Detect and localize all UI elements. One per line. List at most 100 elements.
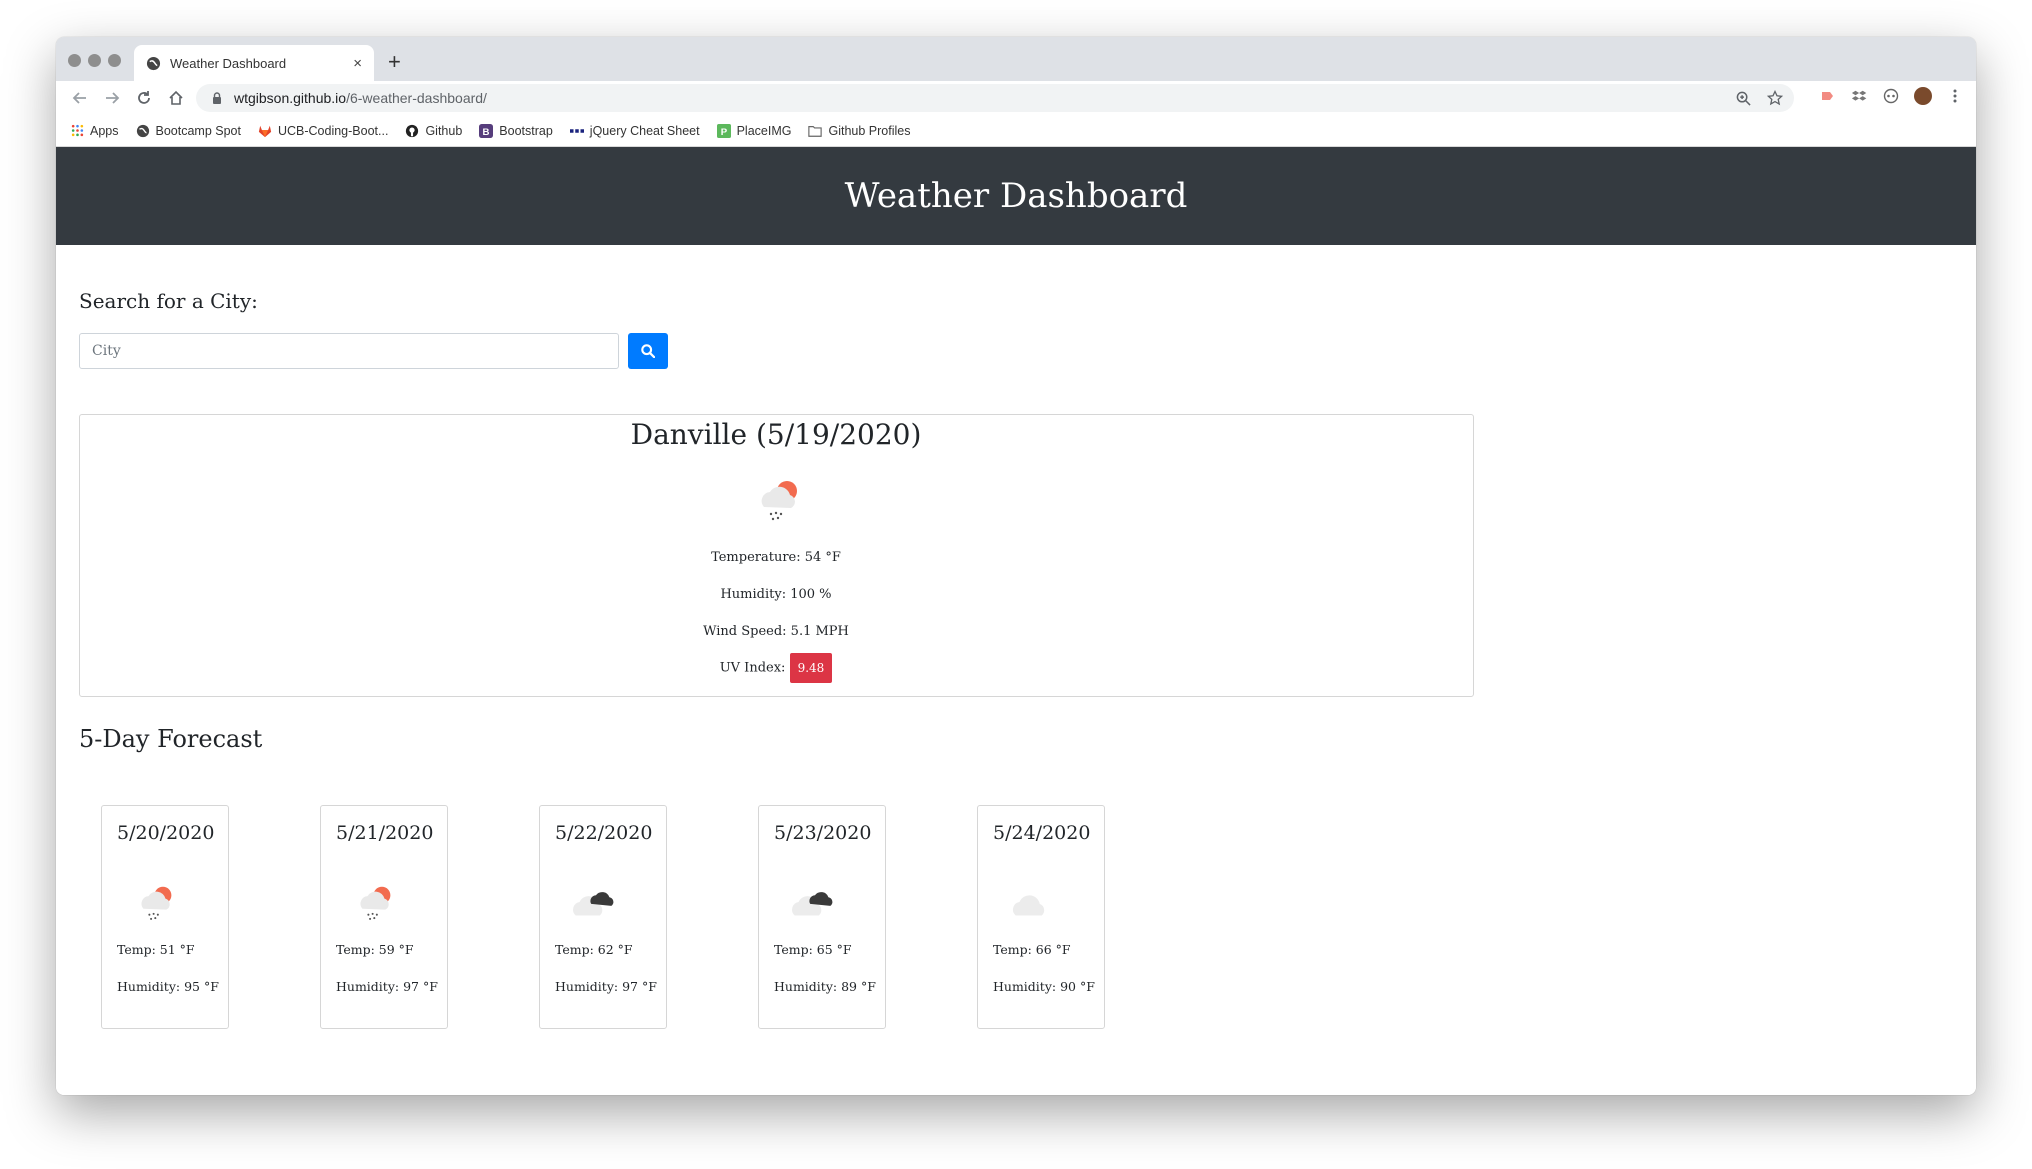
forward-button[interactable]: [96, 84, 128, 112]
home-icon: [169, 90, 183, 105]
apps-grid-icon: [70, 124, 84, 138]
forecast-date: 5/24/2020: [993, 822, 1091, 844]
forecast-humidity: Humidity: 97 °F: [336, 979, 438, 994]
current-temperature: Temperature: 54 °F: [711, 550, 841, 565]
home-button[interactable]: [160, 84, 192, 112]
back-button[interactable]: [64, 84, 96, 112]
forecast-card: 5/23/2020 Temp: 65 °F Humidity: 89 °F: [758, 805, 886, 1029]
uv-index-label: UV Index:: [719, 660, 786, 676]
forecast-temp: Temp: 65 °F: [774, 942, 852, 957]
address-bar[interactable]: wtgibson.github.io/6-weather-dashboard/: [196, 84, 1794, 112]
forecast-card: 5/22/2020 Temp: 62 °F Humidity: 97 °F: [539, 805, 667, 1029]
forecast-title: 5-Day Forecast: [79, 725, 263, 753]
minimize-window-button[interactable]: [88, 54, 101, 67]
broken-clouds-icon: [792, 892, 833, 916]
rain-sun-icon: [761, 481, 797, 521]
tab-strip: Weather Dashboard × +: [56, 37, 1976, 81]
github-icon: [405, 124, 419, 138]
dots-icon: [569, 124, 584, 138]
tab-title: Weather Dashboard: [170, 55, 287, 71]
bookmark-placeimg[interactable]: P PlaceIMG: [716, 123, 792, 138]
search-label: Search for a City:: [79, 289, 258, 313]
broken-clouds-icon: [573, 892, 614, 916]
new-tab-button[interactable]: +: [388, 49, 401, 75]
url-path: /6-weather-dashboard/: [346, 90, 487, 106]
incognito-extension-icon[interactable]: [1882, 87, 1900, 105]
forecast-card: 5/24/2020 Temp: 66 °F Humidity: 90 °F: [977, 805, 1105, 1029]
bookmark-label: Github: [425, 123, 463, 138]
current-humidity: Humidity: 100 %: [720, 587, 832, 602]
forecast-temp: Temp: 51 °F: [117, 942, 195, 957]
close-window-button[interactable]: [68, 54, 81, 67]
forecast-temp: Temp: 62 °F: [555, 942, 633, 957]
bookmark-label: jQuery Cheat Sheet: [589, 123, 700, 138]
bookmark-label: UCB-Coding-Boot...: [277, 123, 389, 138]
bookmark-label: Bootstrap: [499, 123, 553, 138]
current-city-date: Danville (5/19/2020): [630, 418, 922, 451]
forecast-humidity: Humidity: 95 °F: [117, 979, 219, 994]
rain-sun-icon: [141, 886, 172, 920]
gitlab-icon: [258, 124, 272, 138]
reload-button[interactable]: [128, 84, 160, 112]
bootstrap-icon: B: [479, 123, 494, 138]
forecast-humidity: Humidity: 90 °F: [993, 979, 1095, 994]
current-weather-card: Danville (5/19/2020) Temperature: 54 °F …: [79, 414, 1474, 697]
bookmark-label: PlaceIMG: [736, 123, 792, 138]
placeimg-icon: P: [716, 123, 731, 138]
bookmark-bootstrap[interactable]: B Bootstrap: [479, 123, 553, 138]
forecast-humidity: Humidity: 97 °F: [555, 979, 657, 994]
rain-sun-icon: [360, 886, 391, 920]
forecast-humidity: Humidity: 89 °F: [774, 979, 876, 994]
forecast-date: 5/20/2020: [117, 822, 215, 844]
dropbox-extension-icon[interactable]: [1850, 87, 1868, 105]
svg-text:P: P: [720, 126, 727, 137]
bookmark-label: Apps: [90, 123, 119, 138]
forecast-card: 5/21/2020 Temp: 59 °F Humidity: 97 °F: [320, 805, 448, 1029]
tab-close-icon[interactable]: ×: [353, 55, 362, 72]
page-header: Weather Dashboard: [56, 147, 1976, 245]
folder-icon: [808, 124, 823, 138]
back-arrow-icon: [72, 92, 86, 104]
forecast-date: 5/23/2020: [774, 822, 872, 844]
zoom-icon[interactable]: [1734, 89, 1752, 107]
uv-index-badge: 9.48: [789, 653, 833, 683]
forecast-date: 5/22/2020: [555, 822, 653, 844]
bookmark-star-icon[interactable]: [1766, 89, 1784, 107]
bookmark-ucb-coding-bootcamp[interactable]: UCB-Coding-Boot...: [258, 124, 388, 138]
bookmark-github-profiles[interactable]: Github Profiles: [808, 124, 910, 138]
current-uv-index: UV Index: 9.48: [80, 653, 1472, 683]
svg-text:B: B: [483, 126, 490, 137]
lock-icon: [213, 92, 221, 104]
bookmark-label: Github Profiles: [828, 123, 911, 138]
browser-toolbar: wtgibson.github.io/6-weather-dashboard/: [56, 81, 1976, 115]
forward-arrow-icon: [106, 92, 120, 104]
forecast-temp: Temp: 66 °F: [993, 942, 1071, 957]
search-button[interactable]: [628, 333, 668, 369]
tab-weather-dashboard[interactable]: Weather Dashboard ×: [134, 45, 374, 81]
page-content: Weather Dashboard Search for a City: Dan…: [56, 147, 1976, 1095]
extensions-area: [1818, 87, 1964, 105]
url-host: wtgibson.github.io: [234, 90, 347, 106]
city-search-input[interactable]: [79, 333, 619, 369]
page-title: Weather Dashboard: [844, 176, 1188, 216]
menu-dots-icon[interactable]: [1946, 87, 1964, 105]
current-wind-speed: Wind Speed: 5.1 MPH: [703, 624, 849, 639]
bookmark-jquery-cheat-sheet[interactable]: jQuery Cheat Sheet: [569, 123, 700, 138]
search-icon: [641, 344, 655, 358]
globe-icon: [146, 56, 161, 70]
forecast-temp: Temp: 59 °F: [336, 942, 414, 957]
bookmark-label: Bootcamp Spot: [155, 123, 241, 138]
reload-icon: [138, 91, 150, 104]
browser-window: Weather Dashboard × + wtgibson.github.io…: [56, 37, 1976, 1095]
forecast-date: 5/21/2020: [336, 822, 434, 844]
cast-extension-icon[interactable]: [1818, 87, 1836, 105]
cloud-icon: [1012, 895, 1045, 916]
forecast-card: 5/20/2020 Temp: 51 °F Humidity: 95 °F: [101, 805, 229, 1029]
bookmark-apps[interactable]: Apps: [70, 124, 119, 138]
bookmark-bootcamp-spot[interactable]: Bootcamp Spot: [136, 124, 241, 138]
profile-avatar[interactable]: [1914, 87, 1932, 105]
globe-icon: [136, 124, 150, 138]
maximize-window-button[interactable]: [108, 54, 121, 67]
bookmark-github[interactable]: Github: [405, 124, 462, 138]
bookmarks-bar: Apps Bootcamp Spot UCB-Coding-Boot... Gi…: [56, 115, 1976, 147]
